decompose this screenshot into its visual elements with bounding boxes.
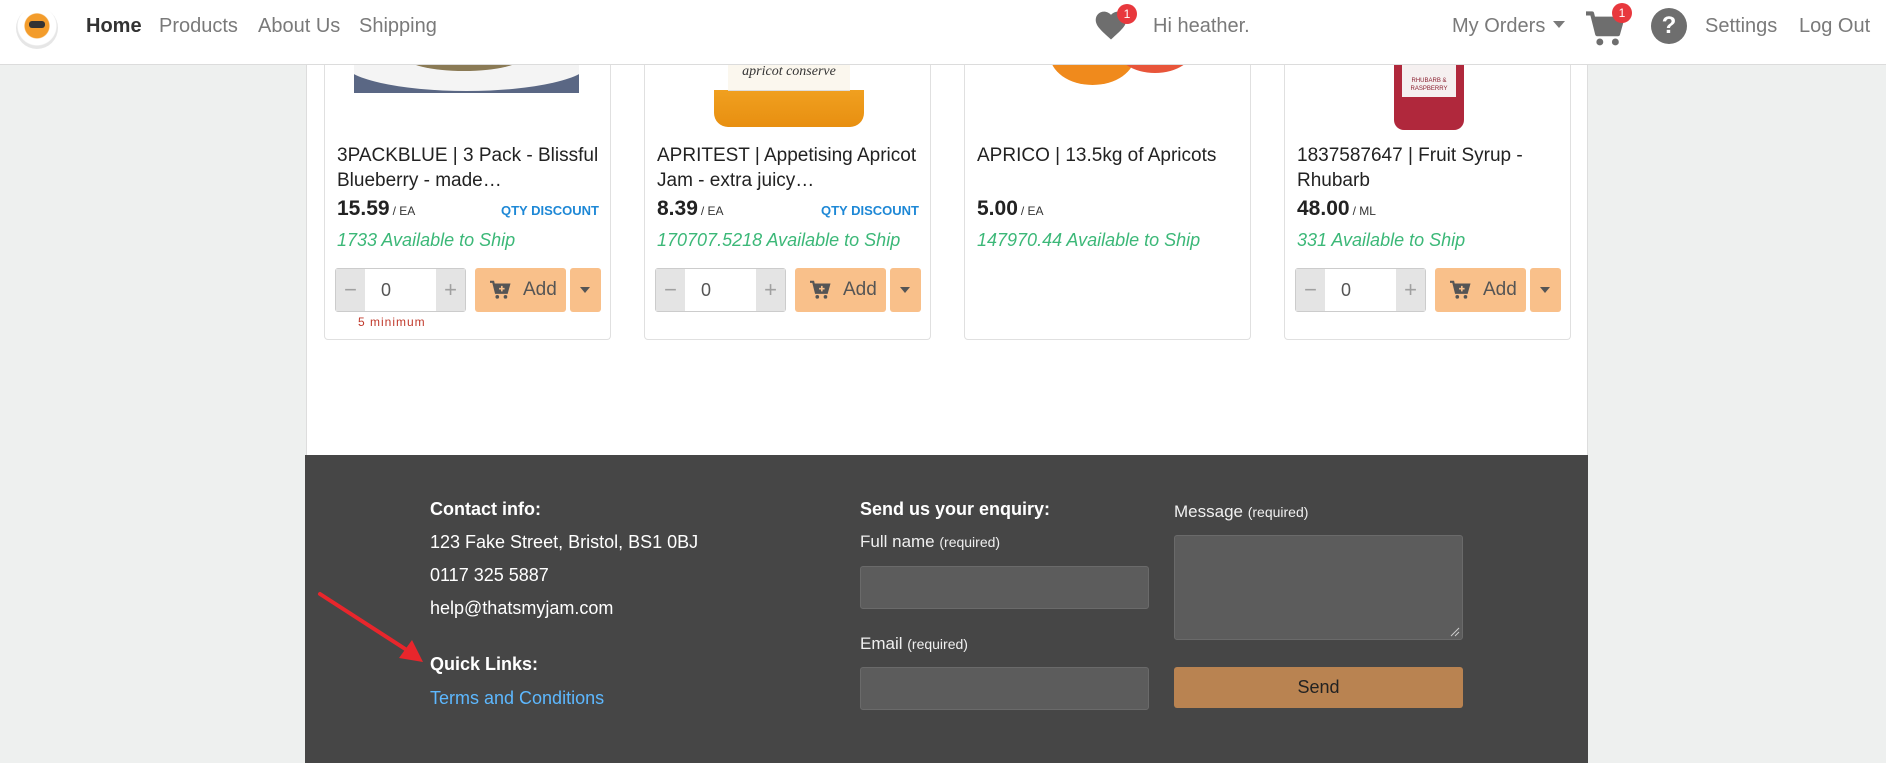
add-button-label: Add: [843, 279, 877, 300]
email-field[interactable]: [860, 667, 1149, 710]
send-button[interactable]: Send: [1174, 667, 1463, 708]
contact-email: help@thatsmyjam.com: [430, 598, 614, 618]
cart-add-icon: [1450, 280, 1471, 299]
add-to-cart-button[interactable]: Add: [475, 268, 566, 312]
product-title[interactable]: APRITEST | Appetising Apricot Jam - extr…: [657, 143, 919, 193]
cart-button[interactable]: 1: [1584, 3, 1632, 50]
add-to-cart-button[interactable]: Add: [1435, 268, 1526, 312]
logo-icon[interactable]: [16, 7, 58, 49]
product-price: 5.00: [977, 197, 1018, 220]
product-title[interactable]: 1837587647 | Fruit Syrup - Rhubarb: [1297, 143, 1559, 193]
full-name-label: Full name (required): [860, 532, 1000, 552]
increment-button[interactable]: +: [1396, 269, 1425, 311]
qty-discount-link[interactable]: QTY DISCOUNT: [821, 203, 919, 218]
product-price: 48.00: [1297, 197, 1350, 220]
add-options-dropdown[interactable]: [890, 268, 921, 312]
product-price: 15.59: [337, 197, 390, 220]
add-to-cart-button[interactable]: Add: [795, 268, 886, 312]
add-button-label: Add: [1483, 279, 1517, 300]
product-image[interactable]: [354, 65, 579, 93]
product-card: apricot conserve APRITEST | Appetising A…: [644, 65, 931, 340]
price-row: 15.59/ EA QTY DISCOUNT: [337, 197, 599, 223]
decrement-button[interactable]: −: [1296, 269, 1325, 311]
price-unit: / EA: [1020, 204, 1044, 218]
product-title[interactable]: APRICO | 13.5kg of Apricots: [977, 143, 1239, 168]
required-note: (required): [939, 534, 1001, 550]
cart-count-badge: 1: [1612, 3, 1632, 23]
increment-button[interactable]: +: [756, 269, 785, 311]
nav-home[interactable]: Home: [86, 15, 142, 38]
availability-text: 147970.44 Available to Ship: [977, 230, 1201, 250]
wishlist-count-badge: 1: [1117, 4, 1137, 24]
add-options-dropdown[interactable]: [1530, 268, 1561, 312]
full-name-field[interactable]: [860, 566, 1149, 609]
increment-button[interactable]: +: [436, 269, 465, 311]
help-icon[interactable]: ?: [1651, 8, 1687, 44]
quantity-input[interactable]: [365, 269, 436, 311]
add-options-dropdown[interactable]: [570, 268, 601, 312]
quantity-stepper: − +: [1295, 268, 1426, 312]
price-row: 5.00/ EA: [977, 197, 1239, 223]
nav-about-us[interactable]: About Us: [258, 15, 340, 38]
product-card: RHUBARB & RASPBERRY 1837587647 | Fruit S…: [1284, 65, 1571, 340]
required-note: (required): [1247, 504, 1309, 520]
nav-products[interactable]: Products: [159, 15, 238, 38]
cart-add-icon: [810, 280, 831, 299]
wishlist-button[interactable]: 1: [1093, 4, 1137, 47]
nav-shipping[interactable]: Shipping: [359, 15, 437, 38]
quantity-input[interactable]: [685, 269, 756, 311]
resize-handle-icon[interactable]: [1450, 627, 1460, 637]
product-image[interactable]: apricot conserve: [714, 65, 864, 127]
availability-text: 331 Available to Ship: [1297, 230, 1466, 250]
enquiry-heading: Send us your enquiry:: [860, 499, 1051, 519]
price-row: 48.00/ ML: [1297, 197, 1559, 223]
message-textarea[interactable]: [1174, 535, 1463, 640]
product-grid-area: 3PACKBLUE | 3 Pack - Blissful Blueberry …: [306, 65, 1588, 455]
my-orders-dropdown[interactable]: My Orders: [1452, 15, 1566, 38]
product-card: 3PACKBLUE | 3 Pack - Blissful Blueberry …: [324, 65, 611, 340]
quantity-stepper: − +: [655, 268, 786, 312]
contact-phone: 0117 325 5887: [430, 565, 549, 585]
contact-info-heading: Contact info:: [430, 499, 541, 519]
required-note: (required): [907, 636, 968, 652]
terms-and-conditions-link[interactable]: Terms and Conditions: [430, 688, 604, 709]
email-label: Email (required): [860, 634, 968, 654]
product-card: APRICO | 13.5kg of Apricots 5.00/ EA 147…: [964, 65, 1251, 340]
quantity-stepper: − +: [335, 268, 466, 312]
user-greeting: Hi heather.: [1153, 15, 1250, 37]
quantity-input[interactable]: [1325, 269, 1396, 311]
full-name-label-text: Full name: [860, 532, 935, 551]
price-unit: / ML: [1352, 204, 1376, 218]
email-label-text: Email: [860, 634, 903, 653]
annotation-arrow: [318, 592, 423, 662]
qty-discount-link[interactable]: QTY DISCOUNT: [501, 203, 599, 218]
site-footer: Contact info: 123 Fake Street, Bristol, …: [305, 455, 1588, 763]
price-unit: / EA: [392, 204, 416, 218]
decrement-button[interactable]: −: [656, 269, 685, 311]
availability-text: 170707.5218 Available to Ship: [657, 230, 901, 250]
nav-log-out[interactable]: Log Out: [1799, 15, 1870, 38]
nav-settings[interactable]: Settings: [1705, 15, 1777, 38]
top-navbar: Home Products About Us Shipping 1 Hi hea…: [0, 0, 1886, 65]
my-orders-label: My Orders: [1452, 15, 1546, 37]
chevron-down-icon: [1553, 21, 1566, 28]
price-unit: / EA: [700, 204, 724, 218]
product-image[interactable]: [1010, 65, 1210, 87]
contact-address: 123 Fake Street, Bristol, BS1 0BJ: [430, 532, 699, 552]
cart-add-icon: [490, 280, 511, 299]
message-label-text: Message: [1174, 502, 1243, 521]
quick-links-heading: Quick Links:: [430, 654, 539, 674]
price-row: 8.39/ EA QTY DISCOUNT: [657, 197, 919, 223]
add-button-label: Add: [523, 279, 557, 300]
minimum-quantity-note: 5 minimum: [358, 315, 426, 329]
message-label: Message (required): [1174, 502, 1308, 522]
product-image[interactable]: RHUBARB & RASPBERRY: [1394, 65, 1464, 130]
availability-text: 1733 Available to Ship: [337, 230, 516, 250]
product-price: 8.39: [657, 197, 698, 220]
product-title[interactable]: 3PACKBLUE | 3 Pack - Blissful Blueberry …: [337, 143, 599, 193]
decrement-button[interactable]: −: [336, 269, 365, 311]
